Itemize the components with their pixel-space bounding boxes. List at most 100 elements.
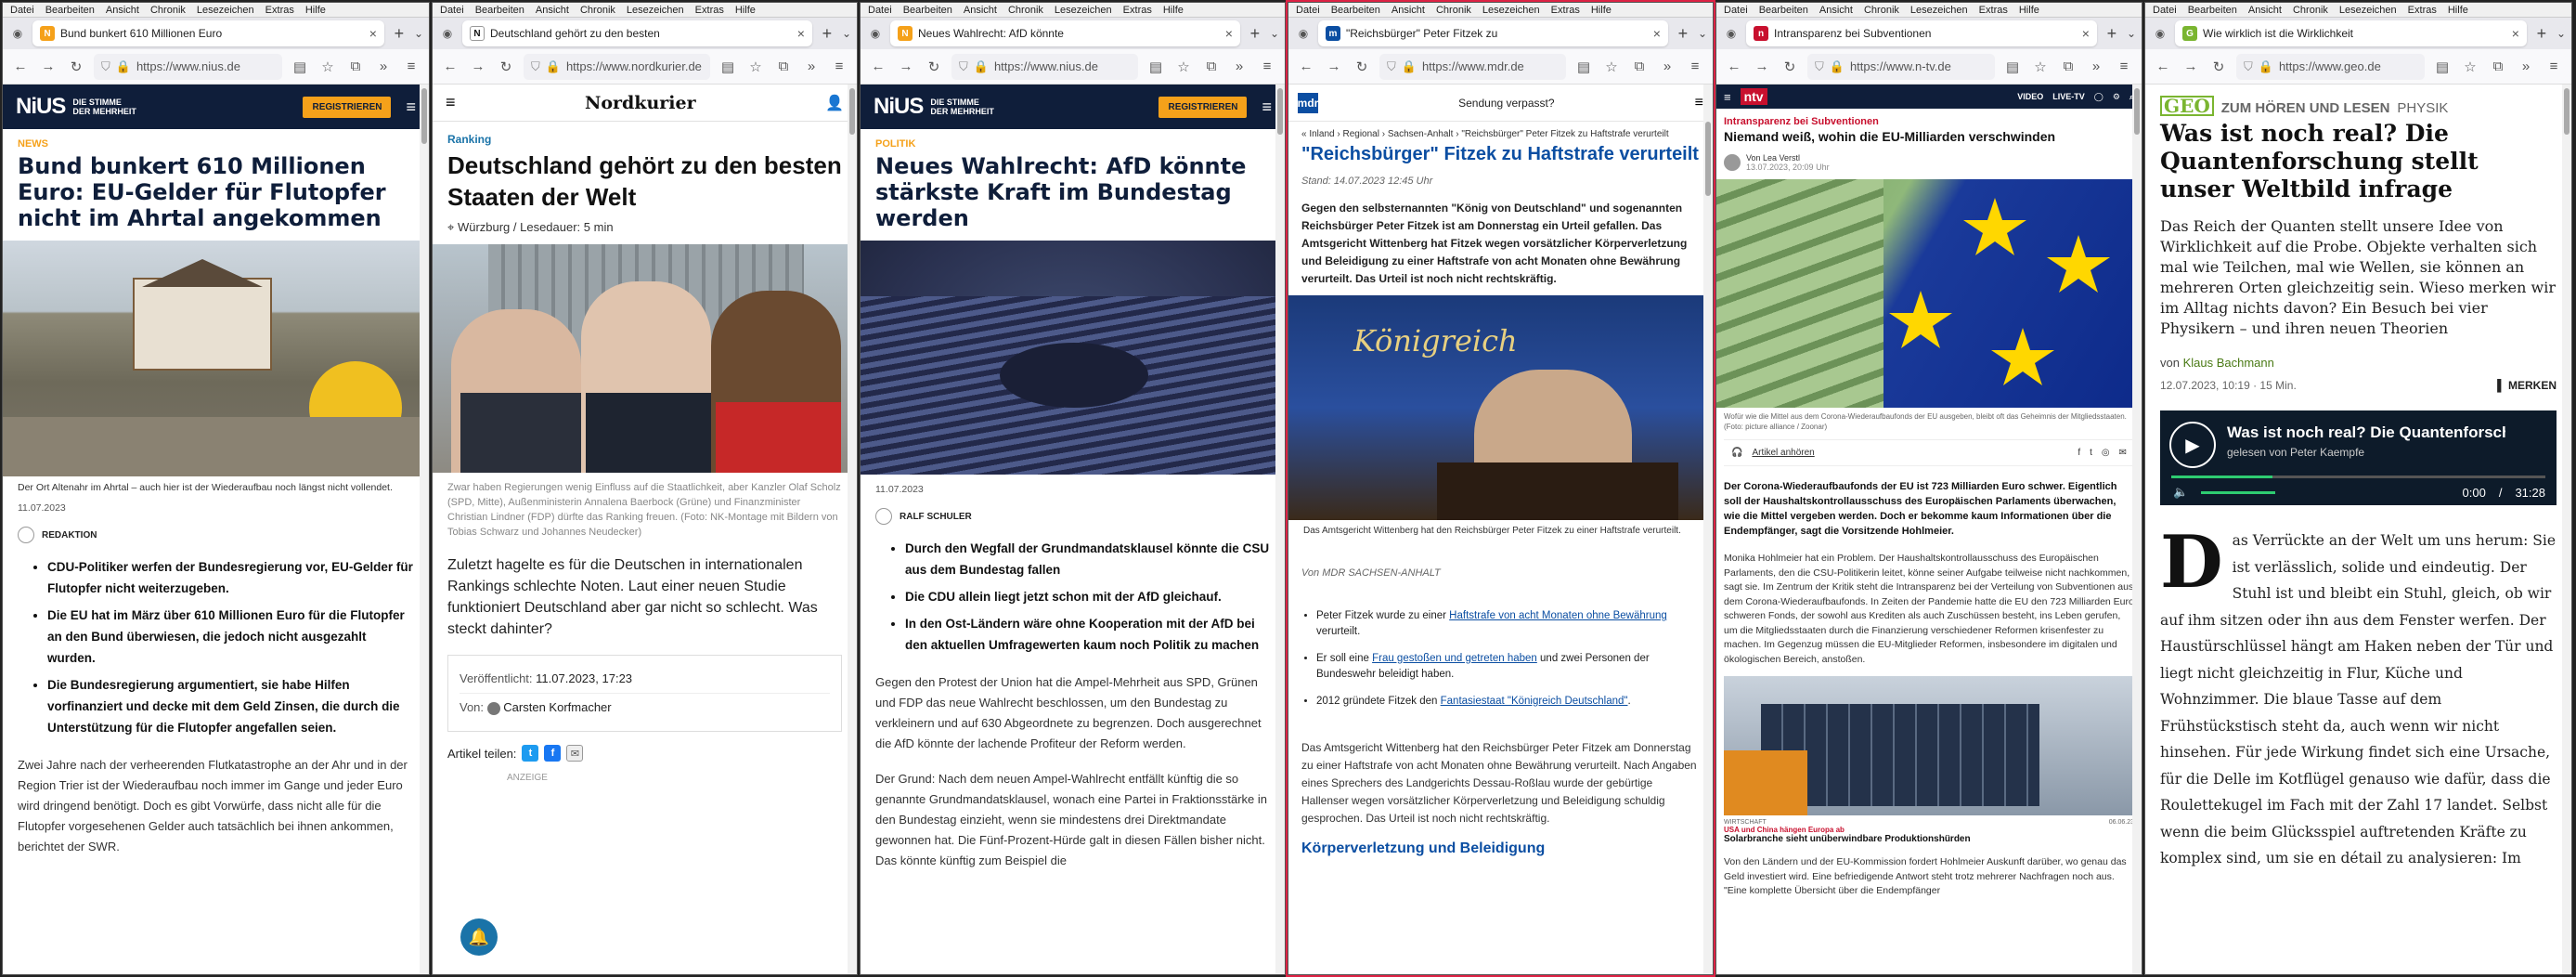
shield-icon[interactable]: ⛉: [101, 59, 110, 74]
app-menu-icon[interactable]: ≡: [401, 57, 421, 77]
email-share-icon[interactable]: ✉: [566, 745, 584, 762]
scrollbar-thumb[interactable]: [1277, 88, 1283, 135]
tab-active[interactable]: N Bund bunkert 610 Millionen Euro ×: [32, 20, 384, 46]
facebook-share-icon[interactable]: f: [2078, 448, 2080, 458]
shield-icon[interactable]: ⛉: [531, 59, 540, 74]
scrollbar[interactable]: [2562, 85, 2571, 974]
site-logo[interactable]: NiUS: [874, 94, 924, 120]
notification-bell-icon[interactable]: 🔔: [460, 918, 498, 956]
play-button[interactable]: ▶: [2169, 422, 2216, 468]
new-tab-button[interactable]: +: [390, 24, 408, 44]
forward-icon[interactable]: →: [38, 57, 58, 77]
nav-livetv-link[interactable]: LIVE-TV: [2052, 92, 2085, 101]
menu-lesezeichen[interactable]: Lesezeichen: [2339, 5, 2397, 16]
bookmark-star-icon[interactable]: ☆: [2030, 57, 2051, 77]
new-tab-button[interactable]: +: [1674, 24, 1692, 44]
author-name[interactable]: RALF SCHULER: [900, 512, 972, 522]
forward-icon[interactable]: →: [2181, 57, 2201, 77]
close-tab-icon[interactable]: ×: [1225, 26, 1233, 41]
account-icon[interactable]: ◯: [2094, 92, 2104, 102]
menu-extras[interactable]: Extras: [265, 5, 294, 16]
missed-broadcast-link[interactable]: Sendung verpasst?: [1326, 97, 1688, 110]
browser-window-2[interactable]: Datei Bearbeiten Ansicht Chronik Lesezei…: [432, 2, 858, 975]
nav-video-link[interactable]: VIDEO: [2017, 92, 2043, 101]
author-name[interactable]: Klaus Bachmann: [2183, 356, 2274, 370]
menu-datei[interactable]: Datei: [2153, 5, 2177, 16]
app-menu-icon[interactable]: ≡: [2114, 57, 2134, 77]
new-tab-button[interactable]: +: [2103, 24, 2121, 44]
url-bar[interactable]: ⛉ 🔒 https://www.nius.de: [94, 53, 282, 80]
whatsapp-share-icon[interactable]: ◎: [2102, 448, 2110, 458]
menu-chronik[interactable]: Chronik: [1008, 5, 1043, 16]
reload-icon[interactable]: ↻: [2208, 57, 2229, 77]
register-button[interactable]: REGISTRIEREN: [1159, 96, 1248, 118]
reader-view-icon[interactable]: ▤: [1573, 57, 1594, 77]
menu-lesezeichen[interactable]: Lesezeichen: [627, 5, 684, 16]
inline-link[interactable]: Frau gestoßen und getreten haben: [1372, 653, 1537, 664]
menu-bearbeiten[interactable]: Bearbeiten: [45, 5, 95, 16]
list-tabs-icon[interactable]: ⌄: [414, 27, 423, 40]
author-name[interactable]: REDAKTION: [42, 530, 97, 541]
browser-window-3[interactable]: Datei Bearbeiten Ansicht Chronik Lesezei…: [860, 2, 1286, 975]
url-bar[interactable]: ⛉ 🔒 https://www.n-tv.de: [1807, 53, 1995, 80]
volume-icon[interactable]: 🔈: [2173, 485, 2188, 500]
back-icon[interactable]: ←: [868, 57, 888, 77]
hamburger-menu-icon[interactable]: ≡: [1262, 98, 1272, 117]
scrollbar-thumb[interactable]: [2134, 88, 2140, 135]
shield-icon[interactable]: ⛉: [2244, 59, 2253, 74]
menu-ansicht[interactable]: Ansicht: [1819, 5, 1853, 16]
lock-icon[interactable]: 🔒: [116, 59, 131, 74]
forward-icon[interactable]: →: [1324, 57, 1344, 77]
tab-active[interactable]: m "Reichsbürger" Peter Fitzek zu ×: [1318, 20, 1668, 46]
menu-bearbeiten[interactable]: Bearbeiten: [903, 5, 952, 16]
overflow-icon[interactable]: »: [2086, 57, 2106, 77]
menu-ansicht[interactable]: Ansicht: [536, 5, 569, 16]
extensions-icon[interactable]: ⧉: [345, 57, 366, 77]
listen-article-link[interactable]: Artikel anhören: [1752, 448, 1814, 458]
back-icon[interactable]: ←: [1296, 57, 1316, 77]
menu-bearbeiten[interactable]: Bearbeiten: [2188, 5, 2237, 16]
menu-extras[interactable]: Extras: [1979, 5, 2008, 16]
hamburger-menu-icon[interactable]: ≡: [446, 93, 456, 112]
list-tabs-icon[interactable]: ⌄: [842, 27, 851, 40]
new-tab-button[interactable]: +: [2532, 24, 2551, 44]
firefox-view-icon[interactable]: ◉: [438, 24, 457, 43]
email-share-icon[interactable]: ✉: [2119, 448, 2127, 458]
lock-icon[interactable]: 🔒: [1402, 59, 1417, 74]
menu-ansicht[interactable]: Ansicht: [106, 5, 139, 16]
bookmark-star-icon[interactable]: ☆: [2460, 57, 2480, 77]
url-bar[interactable]: ⛉ 🔒 https://www.geo.de: [2236, 53, 2425, 80]
menu-lesezeichen[interactable]: Lesezeichen: [1055, 5, 1112, 16]
menu-extras[interactable]: Extras: [2408, 5, 2437, 16]
browser-window-5[interactable]: Datei Bearbeiten Ansicht Chronik Lesezei…: [1715, 2, 2142, 975]
reader-view-icon[interactable]: ▤: [1146, 57, 1166, 77]
extensions-icon[interactable]: ⧉: [1629, 57, 1650, 77]
overflow-icon[interactable]: »: [373, 57, 394, 77]
site-logo[interactable]: NiUS: [16, 94, 66, 120]
list-tabs-icon[interactable]: ⌄: [1698, 27, 1707, 40]
reader-view-icon[interactable]: ▤: [2002, 57, 2023, 77]
bookmark-star-icon[interactable]: ☆: [317, 57, 338, 77]
menu-datei[interactable]: Datei: [1296, 5, 1320, 16]
menu-hilfe[interactable]: Hilfe: [735, 5, 756, 16]
forward-icon[interactable]: →: [1752, 57, 1772, 77]
menu-chronik[interactable]: Chronik: [1864, 5, 1899, 16]
back-icon[interactable]: ←: [440, 57, 460, 77]
app-menu-icon[interactable]: ≡: [829, 57, 849, 77]
hamburger-menu-icon[interactable]: ≡: [406, 98, 416, 117]
back-icon[interactable]: ←: [10, 57, 31, 77]
bookmark-star-icon[interactable]: ☆: [1173, 57, 1194, 77]
reader-view-icon[interactable]: ▤: [2432, 57, 2453, 77]
topic-label[interactable]: PHYSIK: [2397, 100, 2448, 116]
browser-window-4[interactable]: Datei Bearbeiten Ansicht Chronik Lesezei…: [1286, 0, 1715, 977]
menu-lesezeichen[interactable]: Lesezeichen: [197, 5, 254, 16]
menu-ansicht[interactable]: Ansicht: [964, 5, 997, 16]
forward-icon[interactable]: →: [896, 57, 916, 77]
list-tabs-icon[interactable]: ⌄: [2557, 27, 2566, 40]
site-logo[interactable]: GEO: [2160, 96, 2214, 116]
back-icon[interactable]: ←: [2153, 57, 2173, 77]
scrollbar[interactable]: [1275, 85, 1285, 974]
menu-hilfe[interactable]: Hilfe: [2019, 5, 2039, 16]
hamburger-menu-icon[interactable]: ≡: [1724, 90, 1731, 104]
shield-icon[interactable]: ⛉: [959, 59, 968, 74]
